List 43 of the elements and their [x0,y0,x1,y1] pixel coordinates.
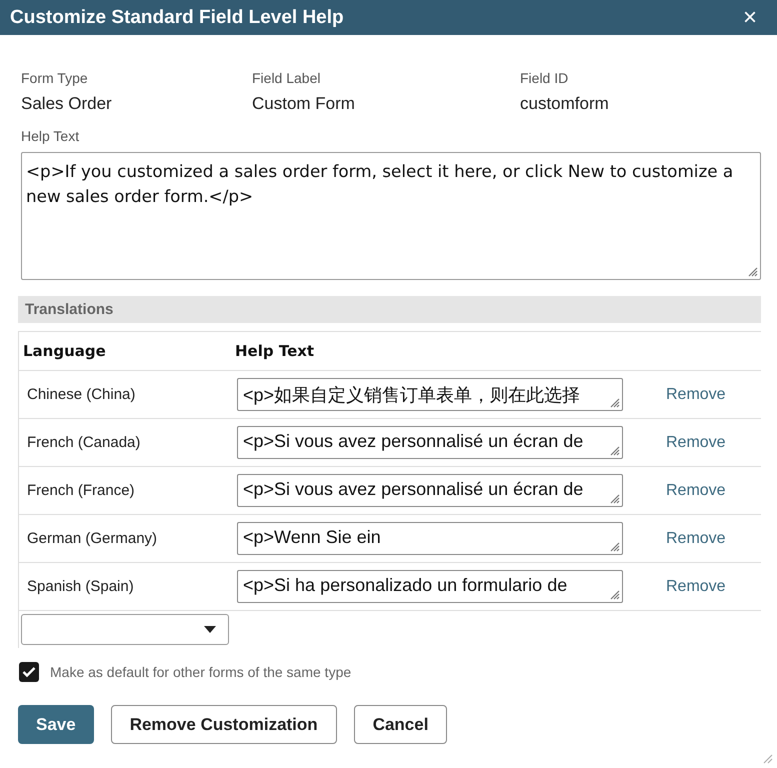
remove-link[interactable]: Remove [666,578,726,594]
column-header: Language [22,342,107,360]
action-button[interactable]: Remove Customization [110,705,337,744]
resize-grip-icon[interactable] [761,752,773,764]
resize-grip-icon[interactable] [609,541,620,552]
remove-link[interactable]: Remove [666,386,726,402]
field-value: Sales Order [21,94,113,114]
field-value: Custom Form [252,94,356,114]
field-label: Help Text [21,128,80,144]
checkbox[interactable] [19,662,39,682]
caret-icon [204,626,216,633]
resize-grip-icon[interactable] [609,445,620,456]
field-label: Field ID [520,70,570,86]
language-dropdown[interactable] [21,614,229,645]
translation-field[interactable]: <p>Si ha personalizado un formulario de [237,570,623,603]
translation-field[interactable]: <p>Si vous avez personnalisé un écran de [237,426,623,459]
language-cell-text: Chinese (China) [26,386,136,403]
field-value: customform [520,94,610,114]
language-cell-text: French (France) [26,482,136,499]
close-button[interactable]: × [732,4,767,32]
resize-grip-icon[interactable] [609,397,620,408]
translation-field[interactable]: <p>如果自定义销售订单表单，则在此选择 [237,378,623,411]
dialog-title: Customize Standard Field Level Help [10,6,344,28]
remove-link[interactable]: Remove [666,530,726,546]
remove-link[interactable]: Remove [666,434,726,450]
check-icon [22,666,36,678]
field-label: Field Label [252,70,322,86]
language-cell-text: German (Germany) [26,530,158,547]
translation-field[interactable]: <p>Wenn Sie ein [237,522,623,555]
save-button[interactable]: Save [18,705,94,744]
translation-field[interactable]: <p>Si vous avez personnalisé un écran de [237,474,623,507]
remove-link[interactable]: Remove [666,482,726,498]
language-cell-text: Spanish (Spain) [26,578,135,595]
action-button[interactable]: Cancel [354,705,448,744]
language-cell-text: French (Canada) [26,434,142,451]
section-header: Translations [18,296,761,323]
checkbox-label: Make as default for other forms of the same type [50,664,352,680]
field-label: Form Type [21,70,89,86]
resize-grip-icon[interactable] [609,493,620,504]
help-text-field[interactable]: <p>If you customized a sales order form, select it here, or click New to customize a new sales order form.</p> [21,152,761,280]
resize-grip-icon[interactable] [609,589,620,600]
column-header: Help Text [234,342,316,360]
resize-grip-icon[interactable] [747,266,758,277]
